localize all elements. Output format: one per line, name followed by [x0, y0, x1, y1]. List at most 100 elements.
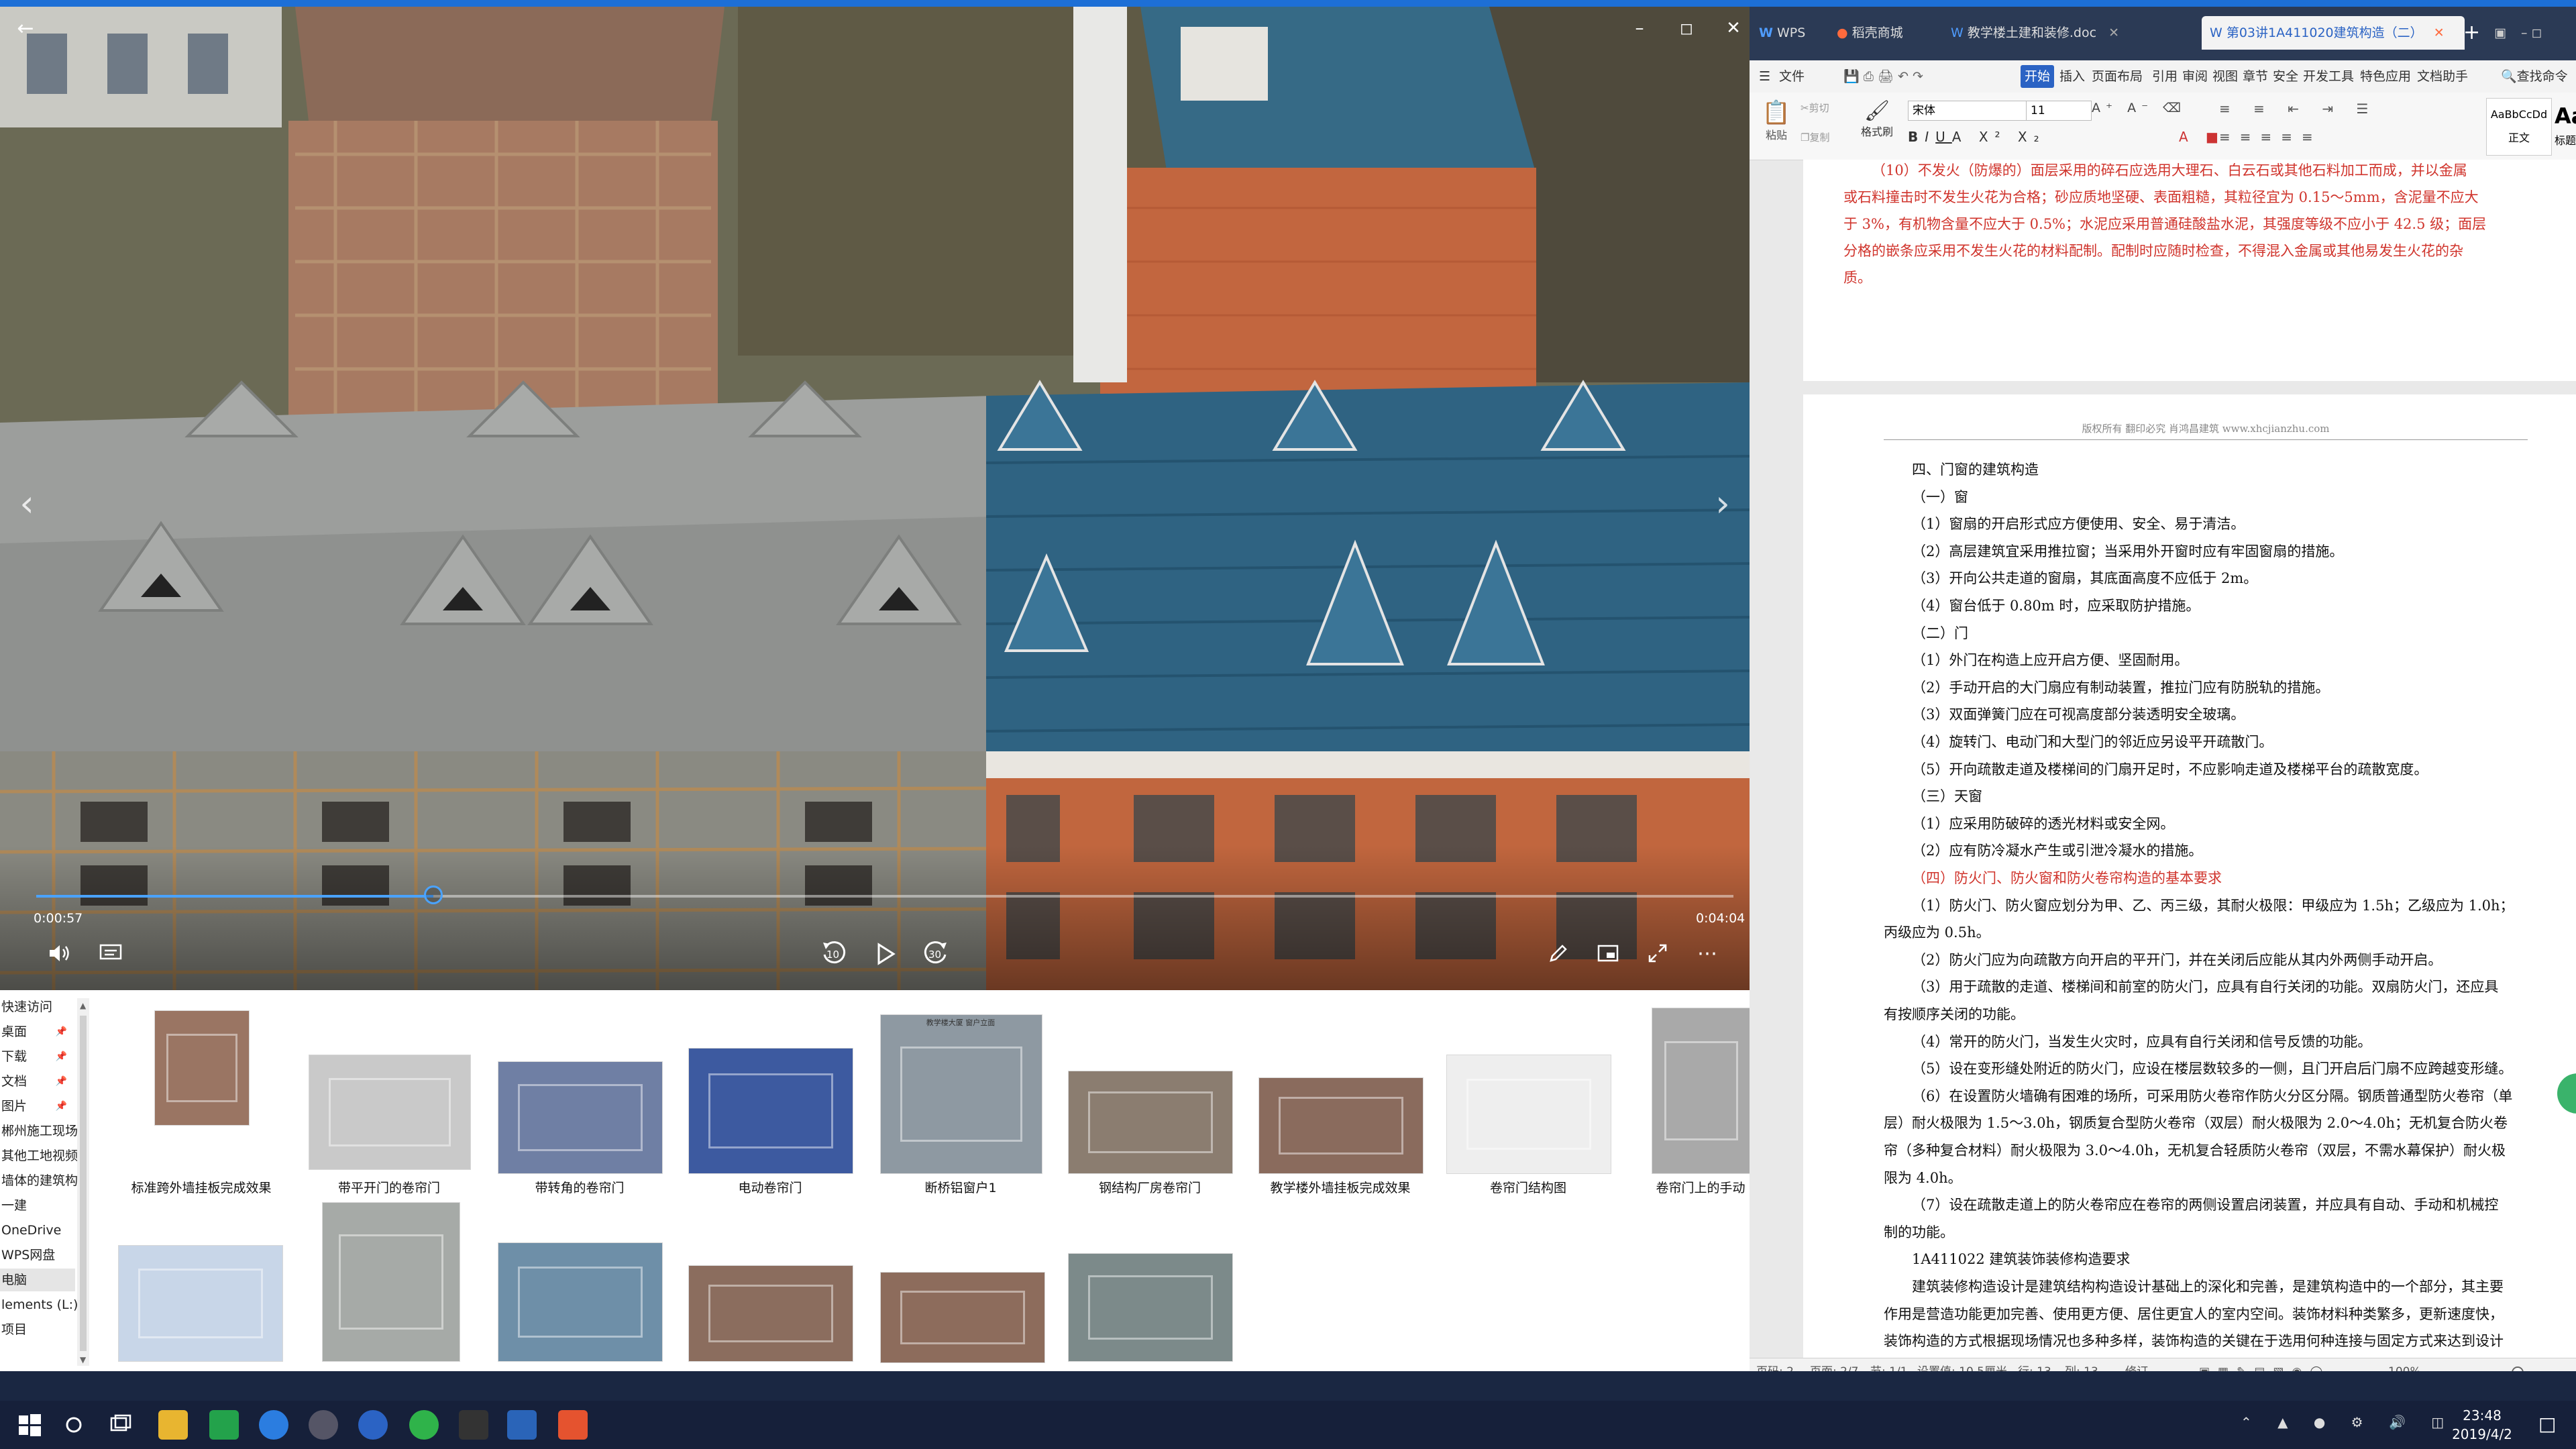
- status-mode[interactable]: 修订: [2125, 1358, 2148, 1371]
- wps-table-icon[interactable]: [209, 1410, 239, 1440]
- nav-item[interactable]: 项目: [0, 1318, 75, 1341]
- style-normal[interactable]: AaBbCcDd 正文: [2486, 98, 2552, 156]
- wechat-icon[interactable]: [409, 1410, 439, 1440]
- fullscreen-icon[interactable]: [1641, 936, 1674, 970]
- nav-item[interactable]: 文档 📌: [0, 1070, 75, 1093]
- menu-developer[interactable]: 开发工具: [2303, 60, 2354, 93]
- scroll-thumb[interactable]: [80, 1016, 87, 1351]
- nav-item[interactable]: OneDrive: [0, 1219, 75, 1242]
- paste-button[interactable]: 📋 粘贴: [1756, 99, 1796, 153]
- font-grow-shrink[interactable]: A⁺ A⁻ ⌫: [2092, 101, 2186, 115]
- play-icon[interactable]: [868, 936, 903, 971]
- menu-file[interactable]: 文件: [1779, 60, 1805, 93]
- menu-home[interactable]: 开始: [2021, 65, 2055, 88]
- menu-security[interactable]: 安全: [2273, 60, 2298, 93]
- clock-date: 2019/4/2: [2452, 1426, 2512, 1442]
- start-icon[interactable]: [15, 1410, 44, 1440]
- paragraph-buttons[interactable]: ≡ ≡ ⇤ ⇥ ☰: [2219, 101, 2377, 117]
- menu-review[interactable]: 审阅: [2182, 60, 2208, 93]
- tab-docer[interactable]: ● 稻壳商城: [1837, 16, 1951, 50]
- taskbar-clock[interactable]: 23:48 2019/4/2: [2428, 1406, 2536, 1444]
- align-buttons[interactable]: ≡≡≡≡≡: [2219, 129, 2322, 145]
- prev-icon[interactable]: ‹: [7, 476, 47, 530]
- taskview-icon[interactable]: [106, 1410, 136, 1440]
- explorer-icon[interactable]: [158, 1410, 188, 1440]
- document-page-2[interactable]: 版权所有 翻印必究 肖鸿昌建筑 www.xhcjianzhu.com 四、门窗的…: [1803, 394, 2576, 1358]
- format-buttons[interactable]: BIUA X² X₂: [1908, 129, 2046, 145]
- nav-item[interactable]: 快速访问: [0, 996, 75, 1018]
- document-page-1[interactable]: （10）不发火（防爆的）面层采用的碎石应选用大理石、白云石或其他石料加工而成，并…: [1803, 160, 2576, 381]
- video-player[interactable]: ← – ◻ ✕ ‹ › 0:00:57 0:04:04 10 30 ⋯: [0, 7, 1750, 990]
- nav-item[interactable]: 其他工地视频: [0, 1144, 78, 1167]
- zoom-handle[interactable]: [2512, 1366, 2524, 1371]
- status-zoom[interactable]: 100%: [2388, 1358, 2421, 1371]
- copy-button[interactable]: ❐复制: [1801, 130, 1829, 144]
- menu-references[interactable]: 引用: [2152, 60, 2178, 93]
- scroll-up-icon[interactable]: ▲: [80, 1001, 87, 1010]
- window-controls[interactable]: – ◻: [2521, 16, 2575, 50]
- nav-item[interactable]: WPS网盘: [0, 1244, 75, 1267]
- wps-writer-icon[interactable]: [358, 1410, 388, 1440]
- minimize-icon[interactable]: –: [1623, 12, 1656, 44]
- forward-icon[interactable]: 30: [918, 935, 954, 971]
- nav-item[interactable]: lements (L:): [0, 1293, 78, 1316]
- maximize-icon[interactable]: ◻: [1670, 12, 1703, 44]
- doc-line: （4）旋转门、电动门和大型门的邻近应另设平开疏散门。: [1912, 734, 2273, 750]
- thumbnail-detail: [1664, 1041, 1739, 1140]
- tab-doc-1[interactable]: W 教学楼土建和装修.doc ✕: [1951, 16, 2233, 50]
- nav-item[interactable]: 墙体的建筑构: [0, 1169, 78, 1192]
- menu-doc-assistant[interactable]: 文档助手: [2417, 60, 2468, 93]
- nav-item-label: 郴州施工现场: [1, 1124, 78, 1138]
- volume-icon[interactable]: [43, 936, 76, 970]
- video-player-icon[interactable]: [507, 1410, 537, 1440]
- menu-features[interactable]: 特色应用: [2360, 60, 2411, 93]
- edit-icon[interactable]: [1542, 936, 1575, 970]
- tab-layout-icon[interactable]: ▣: [2494, 16, 2514, 50]
- tab-close-icon[interactable]: ✕: [2108, 25, 2119, 40]
- rewind-icon[interactable]: 10: [816, 935, 852, 971]
- subtitles-icon[interactable]: [94, 936, 127, 970]
- miniview-icon[interactable]: [1591, 936, 1625, 970]
- menu-chapter[interactable]: 章节: [2243, 60, 2268, 93]
- nav-item[interactable]: 图片 📌: [0, 1095, 75, 1118]
- close-icon[interactable]: ✕: [1717, 12, 1750, 44]
- seek-handle[interactable]: [424, 885, 443, 904]
- nav-item[interactable]: 一建: [0, 1194, 75, 1217]
- style-heading1[interactable]: AaB 标题 1: [2555, 98, 2576, 154]
- tab-doc-active[interactable]: W 第03讲1A411020建筑构造（二） ✕: [2202, 16, 2465, 50]
- seek-track[interactable]: [36, 885, 1733, 904]
- nav-item[interactable]: 桌面 📌: [0, 1020, 75, 1043]
- menu-hamburger-icon[interactable]: ☰: [1759, 60, 1770, 93]
- system-tray-icons[interactable]: ⌃ ▲ ● ⚙ 🔊 ◫: [2241, 1414, 2455, 1430]
- movies-icon[interactable]: [459, 1410, 488, 1440]
- scroll-down-icon[interactable]: ▼: [80, 1355, 87, 1364]
- color-buttons[interactable]: A ■: [2179, 129, 2225, 145]
- find-command[interactable]: 🔍查找命令: [2501, 60, 2568, 93]
- doc-line: （2）应有防冷凝水产生或引泄冷凝水的措施。: [1912, 843, 2203, 859]
- menu-page-layout[interactable]: 页面布局: [2092, 60, 2143, 93]
- font-name-select[interactable]: 宋体: [1908, 101, 2027, 121]
- tab-close-icon[interactable]: ✕: [2434, 25, 2445, 40]
- next-icon[interactable]: ›: [1703, 476, 1743, 530]
- more-icon[interactable]: ⋯: [1690, 936, 1724, 970]
- back-arrow-icon[interactable]: ←: [9, 12, 42, 44]
- format-painter-button[interactable]: 🖌 格式刷: [1857, 99, 1897, 153]
- nav-item[interactable]: 郴州施工现场: [0, 1120, 78, 1142]
- wps-present-icon[interactable]: [558, 1410, 588, 1440]
- tab-wps-home[interactable]: W WPS: [1759, 16, 1823, 50]
- browser-icon[interactable]: [259, 1410, 288, 1440]
- doc-icon: W: [1951, 25, 1964, 40]
- new-tab-icon[interactable]: +: [2463, 16, 2483, 50]
- view-mode-icons[interactable]: ▣▦✎▤▧◉◯: [2199, 1358, 2330, 1371]
- cut-button[interactable]: ✂剪切: [1801, 101, 1829, 115]
- settings-icon[interactable]: [309, 1410, 338, 1440]
- quick-access-toolbar[interactable]: 💾 ⎙ 🖨 ↶ ↷: [1843, 60, 1923, 93]
- menu-view[interactable]: 视图: [2212, 60, 2238, 93]
- font-size-select[interactable]: 11: [2026, 101, 2092, 121]
- nav-item[interactable]: 电脑: [0, 1269, 75, 1291]
- nav-item[interactable]: 下载 📌: [0, 1045, 75, 1068]
- menu-insert[interactable]: 插入: [2059, 60, 2085, 93]
- notification-icon[interactable]: □: [2538, 1413, 2563, 1437]
- nav-scrollbar[interactable]: ▲ ▼: [77, 998, 89, 1366]
- search-icon[interactable]: [59, 1410, 89, 1440]
